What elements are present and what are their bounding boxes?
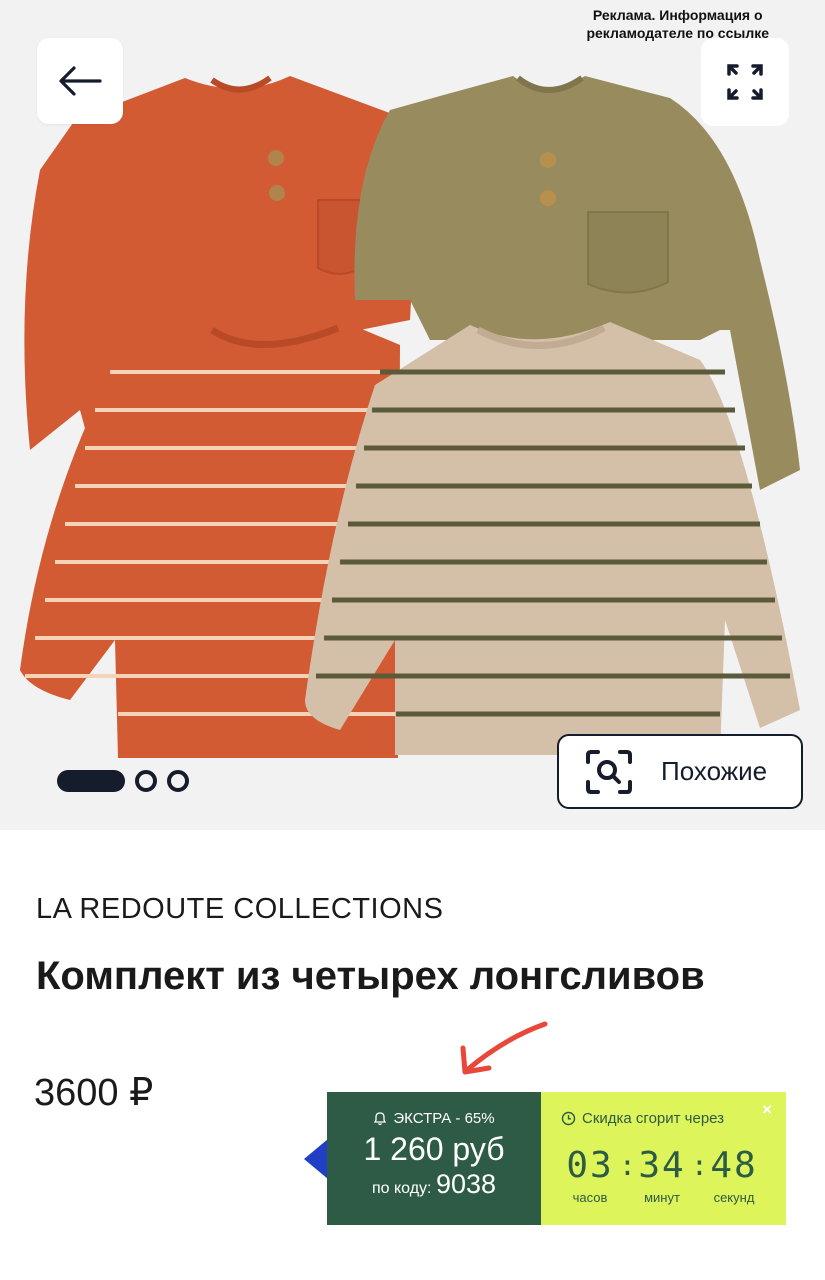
ad-disclaimer[interactable]: Реклама. Информация о рекламодателе по с… [586, 6, 769, 42]
countdown-timer: 03 часов : 34 минут : 48 секунд [561, 1145, 763, 1206]
promo-code-banner[interactable]: ЭКСТРА - 65% 1 260 руб по коду: 9038 × С… [304, 1092, 786, 1225]
product-title: Комплект из четырех лонгсливов [36, 954, 705, 998]
bell-icon [374, 1112, 387, 1126]
timer-minutes-label: минут [644, 1190, 680, 1205]
pagination-dot[interactable] [167, 770, 189, 792]
promo-discount-price: 1 260 руб [363, 1131, 505, 1167]
product-brand[interactable]: LA REDOUTE COLLECTIONS [36, 893, 443, 926]
pagination-dot-active[interactable] [57, 770, 125, 792]
promo-code-label: по коду: [371, 1180, 432, 1197]
pagination-dot[interactable] [135, 770, 157, 792]
timer-label: Скидка сгорит через [582, 1110, 725, 1127]
promo-timer-panel: × Скидка сгорит через 03 часов : 34 мину… [541, 1092, 786, 1225]
timer-hours: 03 [566, 1145, 614, 1186]
clock-icon [561, 1111, 576, 1126]
promo-extra-label: ЭКСТРА - 65% [393, 1110, 495, 1127]
close-icon[interactable]: × [762, 1100, 772, 1120]
gallery-pagination [57, 769, 189, 793]
timer-hours-label: часов [572, 1190, 608, 1205]
timer-seconds: 48 [710, 1145, 758, 1186]
fullscreen-expand-icon [727, 64, 763, 100]
back-button[interactable] [37, 38, 123, 124]
annotation-arrow [460, 1021, 548, 1075]
similar-items-button[interactable]: Похожие [557, 734, 803, 809]
timer-separator: : [691, 1149, 708, 1182]
promo-code: по коду: 9038 [327, 1169, 541, 1200]
fullscreen-button[interactable] [701, 38, 789, 126]
visual-search-icon [586, 749, 632, 794]
product-price: 3600 ₽ [34, 1072, 154, 1114]
promo-discount-panel: ЭКСТРА - 65% 1 260 руб по коду: 9038 [327, 1092, 541, 1225]
timer-separator: : [619, 1149, 636, 1182]
arrow-left-icon [59, 66, 102, 96]
promo-code-value[interactable]: 9038 [436, 1169, 496, 1199]
ad-disclaimer-line-1: Реклама. Информация о [592, 7, 763, 23]
timer-seconds-label: секунд [713, 1190, 755, 1205]
similar-items-label: Похожие [661, 756, 768, 786]
timer-minutes: 34 [638, 1145, 686, 1186]
product-photo [20, 75, 800, 758]
promo-banner-notch [304, 1139, 328, 1179]
product-image-gallery[interactable]: Реклама. Информация о рекламодателе по с… [0, 0, 825, 830]
